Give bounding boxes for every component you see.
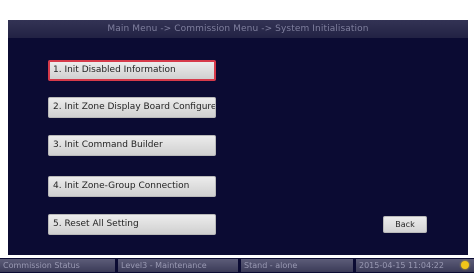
system-initialisation-screen: Main Menu -> Commission Menu -> System I…: [0, 0, 474, 273]
access-level-label: Level3 - Maintenance: [118, 259, 238, 272]
commission-status-label: Commission Status: [0, 259, 115, 272]
init-zone-group-connection-button[interactable]: 4. Init Zone-Group Connection: [48, 176, 216, 197]
init-disabled-information-button[interactable]: 1. Init Disabled Information: [48, 60, 216, 81]
init-command-builder-button[interactable]: 3. Init Command Builder: [48, 135, 216, 156]
status-bar: Commission Status Level3 - Maintenance S…: [0, 258, 474, 273]
datetime-label: 2015-04-15 11:04:22: [356, 259, 474, 272]
sun-icon: [461, 261, 469, 269]
init-zone-display-board-configure-button[interactable]: 2. Init Zone Display Board Configure: [48, 97, 216, 118]
back-button[interactable]: Back: [383, 216, 427, 233]
breadcrumb-title: Main Menu -> Commission Menu -> System I…: [8, 20, 468, 38]
reset-all-setting-button[interactable]: 5. Reset All Setting: [48, 214, 216, 235]
mode-label: Stand - alone: [241, 259, 353, 272]
